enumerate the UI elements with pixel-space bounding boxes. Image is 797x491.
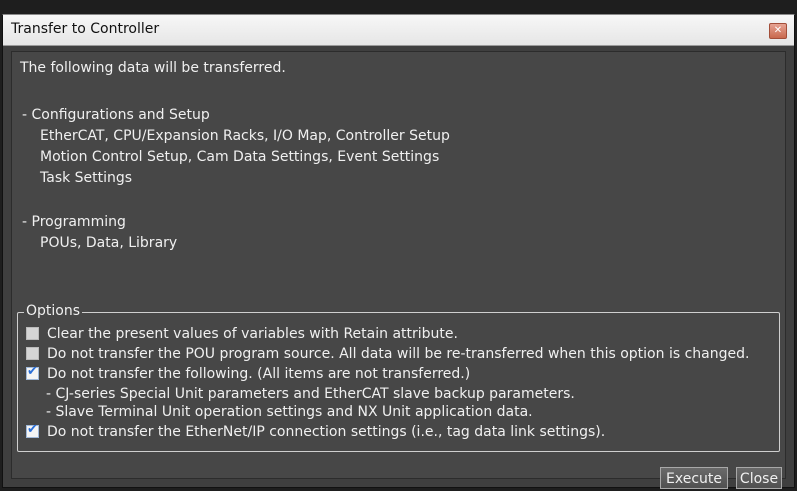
- option-label: Do not transfer the POU program source. …: [47, 346, 750, 362]
- clear-retain-checkbox[interactable]: [26, 326, 39, 340]
- intro-text: The following data will be transferred.: [20, 60, 286, 76]
- no-pou-source-checkbox[interactable]: [26, 346, 39, 360]
- close-window-button[interactable]: ✕: [769, 23, 787, 39]
- option-sub-item: - CJ-series Special Unit parameters and …: [46, 386, 575, 402]
- option-clear-retain[interactable]: Clear the present values of variables wi…: [26, 326, 458, 344]
- execute-button[interactable]: Execute: [660, 467, 728, 489]
- programming-heading: - Programming: [22, 214, 126, 230]
- dialog-body: The following data will be transferred. …: [11, 51, 786, 489]
- option-no-transfer-following[interactable]: ✔ Do not transfer the following. (All ite…: [26, 363, 471, 384]
- no-transfer-following-checkbox[interactable]: ✔: [26, 363, 39, 380]
- dialog-title: Transfer to Controller: [11, 21, 160, 37]
- close-button[interactable]: Close: [736, 467, 782, 489]
- option-no-ethernet-ip[interactable]: ✔ Do not transfer the EtherNet/IP connect…: [26, 421, 606, 442]
- option-label: Do not transfer the EtherNet/IP connecti…: [47, 424, 606, 440]
- option-no-pou-source[interactable]: Do not transfer the POU program source. …: [26, 346, 749, 364]
- checkmark-icon: ✔: [27, 421, 38, 437]
- config-item: Task Settings: [40, 170, 133, 186]
- checkmark-icon: ✔: [27, 363, 38, 379]
- transfer-dialog: Transfer to Controller ✕ The following d…: [2, 14, 795, 489]
- options-group: Options Clear the present values of vari…: [17, 303, 780, 452]
- option-label: Clear the present values of variables wi…: [47, 326, 458, 342]
- option-label: Do not transfer the following. (All item…: [47, 366, 471, 382]
- programming-item: POUs, Data, Library: [40, 235, 178, 251]
- config-item: EtherCAT, CPU/Expansion Racks, I/O Map, …: [40, 128, 450, 144]
- config-item: Motion Control Setup, Cam Data Settings,…: [40, 149, 440, 165]
- option-sub-item: - Slave Terminal Unit operation settings…: [46, 404, 533, 420]
- no-ethernet-ip-checkbox[interactable]: ✔: [26, 421, 39, 438]
- config-heading: - Configurations and Setup: [22, 107, 210, 123]
- options-legend: Options: [24, 303, 83, 319]
- title-bar: Transfer to Controller ✕: [3, 15, 794, 46]
